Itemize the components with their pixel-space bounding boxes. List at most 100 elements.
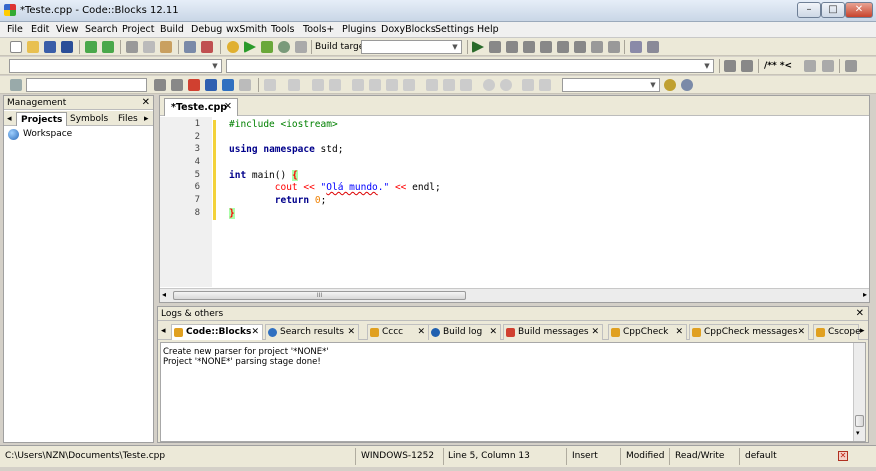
tab-scroll-left-icon[interactable]: ◂ (161, 326, 166, 336)
search-icon[interactable] (681, 79, 693, 91)
tab-search-results[interactable]: Search results ✕ (265, 324, 359, 340)
next-instruction-icon[interactable] (557, 41, 569, 53)
tab-build-messages[interactable]: Build messages ✕ (503, 324, 603, 340)
image-icon[interactable] (329, 79, 341, 91)
menu-file[interactable]: File (7, 24, 23, 35)
tab-scroll-right-icon[interactable]: ▸ (141, 112, 152, 126)
menu-tools[interactable]: Tools (271, 24, 294, 35)
html-docs-icon[interactable] (822, 60, 834, 72)
plugin-status-icon[interactable]: ✕ (838, 451, 848, 461)
maximize-button[interactable]: □ (821, 2, 845, 18)
replace-icon[interactable] (201, 41, 213, 53)
step-into-icon[interactable] (523, 41, 535, 53)
menu-settings[interactable]: Settings (435, 24, 474, 35)
close-icon[interactable]: ✕ (347, 327, 355, 337)
menu-edit[interactable]: Edit (31, 24, 49, 35)
build-and-run-icon[interactable] (261, 41, 273, 53)
layout-icon[interactable] (403, 79, 415, 91)
match-case-icon[interactable] (205, 79, 217, 91)
rect-icon[interactable] (288, 79, 300, 91)
tab-scroll-left-icon[interactable]: ◂ (4, 112, 15, 126)
close-icon[interactable]: ✕ (224, 101, 232, 112)
regex-icon[interactable] (222, 79, 234, 91)
code-area[interactable]: #include <iostream> using namespace std;… (160, 117, 869, 287)
tab-build-log[interactable]: Build log ✕ (428, 324, 501, 340)
menu-debug[interactable]: Debug (191, 24, 222, 35)
debug-windows-icon[interactable] (630, 41, 642, 53)
function-select[interactable]: ▼ (226, 59, 714, 73)
search-input[interactable] (26, 78, 147, 92)
log-vertical-scrollbar[interactable]: ▾ (853, 343, 865, 441)
layout-icon[interactable] (369, 79, 381, 91)
scrollbar-thumb[interactable]: III (173, 291, 466, 300)
find-icon[interactable] (184, 41, 196, 53)
save-icon[interactable] (44, 41, 56, 53)
menu-plugins[interactable]: Plugins (342, 24, 376, 35)
debug-continue-icon[interactable] (472, 41, 484, 53)
layout-icon[interactable] (352, 79, 364, 91)
close-icon[interactable]: ✕ (591, 327, 599, 337)
close-icon[interactable]: ✕ (251, 327, 259, 337)
close-icon[interactable]: ✕ (142, 97, 150, 108)
tab-cppcheck-messages[interactable]: CppCheck messages ✕ (689, 324, 809, 340)
tab-scroll-right-icon[interactable]: ▸ (860, 326, 865, 336)
search-target-icon[interactable] (10, 79, 22, 91)
menu-wxsmith[interactable]: wxSmith (226, 24, 267, 35)
step-into-instruction-icon[interactable] (574, 41, 586, 53)
menu-project[interactable]: Project (122, 24, 155, 35)
copy-icon[interactable] (143, 41, 155, 53)
close-icon[interactable]: ✕ (797, 327, 805, 337)
menu-tools-plus[interactable]: Tools+ (303, 24, 334, 35)
scroll-down-icon[interactable]: ▾ (856, 429, 860, 437)
close-icon[interactable]: ✕ (675, 327, 683, 337)
tab-files[interactable]: Files (114, 112, 142, 126)
tab-codeblocks-log[interactable]: Code::Blocks ✕ (171, 324, 263, 340)
scroll-right-icon[interactable]: ▸ (863, 290, 867, 299)
c-icon[interactable] (539, 79, 551, 91)
undo-icon[interactable] (85, 41, 97, 53)
tab-cppcheck[interactable]: CppCheck ✕ (608, 324, 687, 340)
cursor-icon[interactable] (264, 79, 276, 91)
new-file-icon[interactable] (10, 41, 22, 53)
open-file-icon[interactable] (27, 41, 39, 53)
textbox-icon[interactable] (443, 79, 455, 91)
tab-teste-cpp[interactable]: *Teste.cpp ✕ (164, 98, 238, 116)
find-previous-icon[interactable] (154, 79, 166, 91)
menu-build[interactable]: Build (160, 24, 184, 35)
rebuild-icon[interactable] (278, 41, 290, 53)
image-icon[interactable] (312, 79, 324, 91)
scroll-left-icon[interactable]: ◂ (162, 290, 166, 299)
menu-view[interactable]: View (56, 24, 79, 35)
build-gear-icon[interactable] (227, 41, 239, 53)
minimize-button[interactable]: – (797, 2, 821, 18)
close-icon[interactable]: ✕ (856, 308, 864, 319)
s-icon[interactable] (522, 79, 534, 91)
step-out-icon[interactable] (540, 41, 552, 53)
close-icon[interactable]: ✕ (489, 327, 497, 337)
tab-projects[interactable]: Projects (16, 112, 68, 126)
tab-symbols[interactable]: Symbols (66, 112, 112, 126)
save-all-icon[interactable] (61, 41, 73, 53)
doxyblocks-comment-button[interactable]: /** *< (764, 61, 792, 71)
scrollbar-thumb[interactable] (855, 415, 864, 427)
menu-doxyblocks[interactable]: DoxyBlocks (381, 24, 436, 35)
log-output[interactable]: Create new parser for project '*NONE*' P… (160, 342, 866, 442)
redo-icon[interactable] (102, 41, 114, 53)
close-window-button[interactable]: ✕ (845, 2, 873, 18)
close-icon[interactable]: ✕ (417, 327, 425, 337)
tree-item-workspace[interactable]: Workspace (23, 129, 72, 139)
zoom-in-icon[interactable] (483, 79, 495, 91)
jump-back-icon[interactable] (724, 60, 736, 72)
scope-select[interactable]: ▼ (9, 59, 222, 73)
find-next-icon[interactable] (171, 79, 183, 91)
run-to-cursor-icon[interactable] (489, 41, 501, 53)
menu-search[interactable]: Search (85, 24, 118, 35)
cut-icon[interactable] (126, 41, 138, 53)
zoom-fit-icon[interactable] (664, 79, 676, 91)
textbox-icon[interactable] (426, 79, 438, 91)
next-line-icon[interactable] (506, 41, 518, 53)
tab-cscope[interactable]: Cscope (813, 324, 861, 340)
abort-icon[interactable] (295, 41, 307, 53)
debug-info-icon[interactable] (647, 41, 659, 53)
layout-icon[interactable] (386, 79, 398, 91)
